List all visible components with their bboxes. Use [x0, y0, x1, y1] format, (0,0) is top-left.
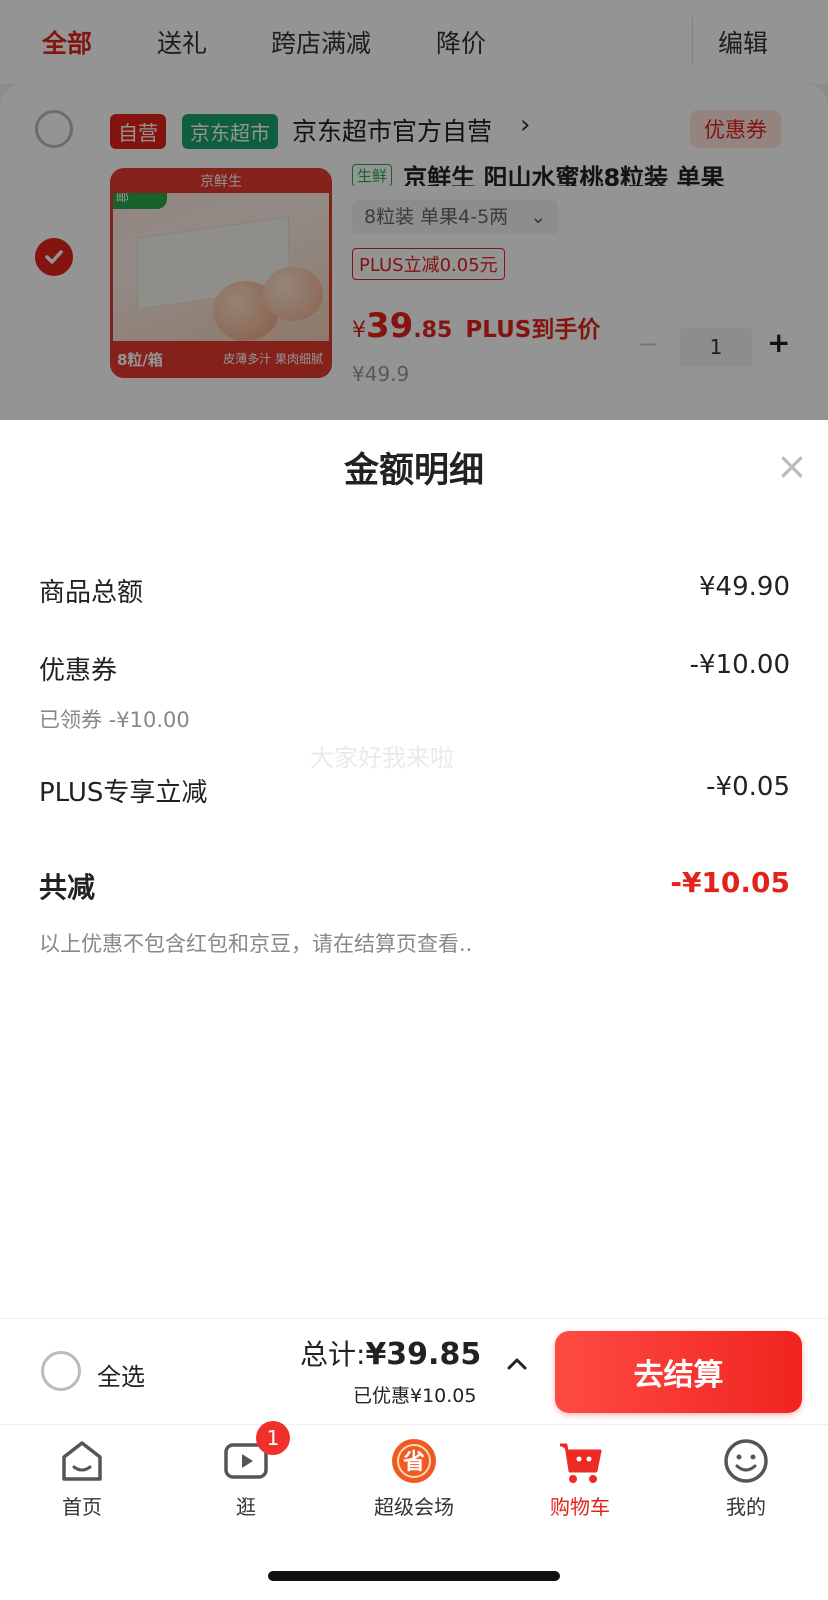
nav-super-venue[interactable]: 省 超级会场 — [354, 1437, 474, 1520]
nav-profile-label: 我的 — [726, 1495, 766, 1519]
nav-cart-label: 购物车 — [550, 1495, 610, 1519]
total-value: ¥39.85 — [365, 1337, 482, 1372]
sheet-title: 金额明细 — [343, 451, 484, 491]
goods-total-value: ¥49.90 — [699, 572, 790, 602]
amount-detail-sheet: 金额明细 × 商品总额 ¥49.90 优惠券 -¥10.00 已领券 -¥10.… — [0, 420, 828, 1320]
plus-discount-value: -¥0.05 — [706, 772, 790, 802]
total-amount: 总计:¥39.85 — [300, 1333, 481, 1373]
nav-browse[interactable]: 1 逛 — [186, 1421, 306, 1520]
discount-note: 以上优惠不包含红包和京豆，请在结算页查看.. — [39, 932, 473, 956]
nav-cart[interactable]: 购物车 — [520, 1437, 640, 1520]
svg-text:省: 省 — [402, 1450, 425, 1475]
home-indicator — [268, 1571, 560, 1581]
plus-discount-label: PLUS专享立减 — [39, 778, 208, 808]
close-icon[interactable]: × — [776, 444, 808, 488]
total-prefix: 总计: — [300, 1338, 366, 1371]
saved-amount: 已优惠¥10.05 — [353, 1385, 477, 1407]
nav-browse-label: 逛 — [236, 1495, 256, 1519]
select-all-radio[interactable] — [41, 1351, 81, 1391]
chevron-up-icon[interactable] — [504, 1351, 530, 1377]
home-icon — [58, 1437, 106, 1485]
video-icon: 1 — [222, 1421, 290, 1485]
checkout-bar: 全选 总计:¥39.85 已优惠¥10.05 去结算 — [0, 1318, 828, 1425]
coupon-sub: 已领券 -¥10.00 — [39, 708, 190, 732]
coupon-value: -¥10.00 — [689, 650, 790, 680]
checkout-button[interactable]: 去结算 — [555, 1331, 802, 1413]
modal-overlay[interactable] — [0, 0, 828, 420]
super-venue-icon: 省 — [390, 1437, 438, 1485]
browse-badge: 1 — [256, 1421, 290, 1455]
select-all-label[interactable]: 全选 — [97, 1357, 145, 1392]
nav-super-venue-label: 超级会场 — [374, 1495, 454, 1519]
watermark: 大家好我来啦 — [310, 744, 454, 772]
total-discount-label: 共减 — [39, 871, 96, 904]
nav-home-label: 首页 — [62, 1495, 102, 1519]
profile-icon — [722, 1437, 770, 1485]
total-discount-value: -¥10.05 — [670, 866, 790, 899]
nav-profile[interactable]: 我的 — [686, 1437, 806, 1520]
goods-total-label: 商品总额 — [39, 578, 144, 608]
coupon-label: 优惠券 — [39, 656, 118, 686]
cart-icon — [556, 1437, 604, 1485]
nav-home[interactable]: 首页 — [22, 1437, 142, 1520]
